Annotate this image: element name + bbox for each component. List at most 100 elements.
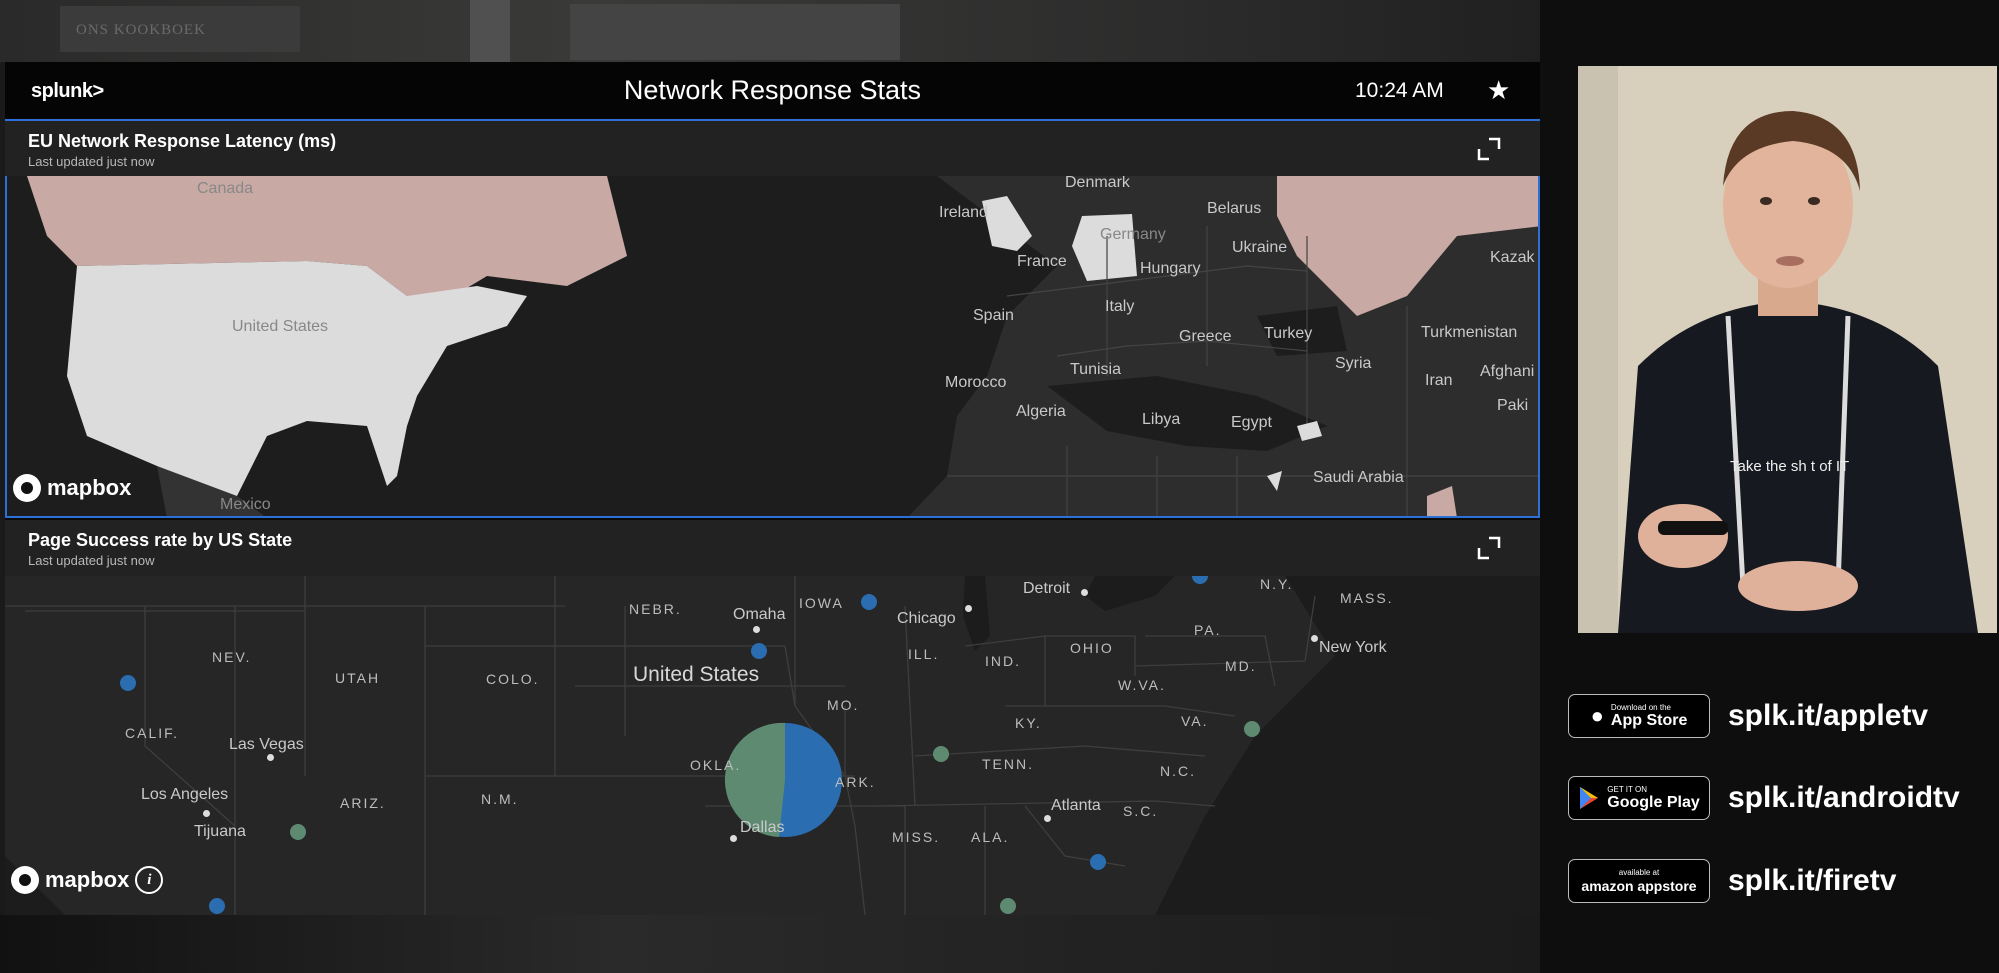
presenter-webcam: Take the sh t of IT — [1578, 66, 1997, 633]
badge-big-text: App Store — [1610, 711, 1688, 729]
expand-icon[interactable] — [1475, 135, 1503, 163]
clock: 10:24 AM — [1355, 79, 1444, 102]
tv-dashboard: splunk> Network Response Stats 10:24 AM … — [5, 62, 1540, 915]
map-label-mass: MASS. — [1340, 590, 1394, 606]
apple-icon: ● — [1590, 703, 1604, 728]
store-row-androidtv[interactable]: GET IT ON Google Play splk.it/androidtv — [1568, 775, 1960, 821]
shirt-text: Take the sh t of IT — [1730, 458, 1850, 475]
map-label-afghanistan: Afghani — [1480, 363, 1535, 380]
presenter-illustration — [1578, 66, 1997, 633]
badge-small-text: Download on the — [1610, 702, 1671, 712]
map-label-tijuana: Tijuana — [194, 823, 246, 840]
favorite-star-icon[interactable]: ★ — [1487, 75, 1510, 106]
mapbox-text: mapbox — [45, 867, 130, 892]
badge-big-text: Google Play — [1607, 793, 1700, 811]
map-label-germany: Germany — [1100, 226, 1166, 243]
map-label-united-states: United States — [232, 318, 329, 335]
store-row-appletv[interactable]: ● Download on the App Store splk.it/apple… — [1568, 693, 1928, 739]
panel-updated: Last updated just now — [28, 553, 155, 568]
amazon-appstore-badge[interactable]: available at amazon appstore — [1568, 859, 1710, 903]
map-label-united-states: United States — [633, 663, 760, 686]
map-label-pa: PA. — [1194, 622, 1222, 638]
eu-latency-map[interactable]: Canada United States Mexico Denmark Irel… — [5, 176, 1540, 518]
map-label-ala: ALA. — [971, 829, 1010, 845]
map-label-dallas: Dallas — [740, 819, 785, 836]
map-label-ohio: OHIO — [1070, 640, 1114, 656]
map-label-omaha: Omaha — [733, 606, 786, 623]
map-label-colo: COLO. — [486, 671, 540, 687]
map-label-ky: KY. — [1015, 715, 1042, 731]
map-label-md: MD. — [1225, 658, 1257, 674]
store-url[interactable]: splk.it/firetv — [1728, 864, 1896, 898]
map-label-nebr: NEBR. — [629, 601, 682, 617]
map-label-nm: N.M. — [481, 791, 519, 807]
city-dot — [965, 605, 972, 612]
badge-small-text: GET IT ON — [1607, 784, 1647, 794]
map-label-ill: ILL. — [908, 646, 940, 662]
map-label-ny: N.Y. — [1260, 576, 1294, 592]
us-success-map[interactable]: NEBR. Omaha IOWA Chicago Detroit N.Y. MA… — [5, 576, 1540, 915]
background-book-spine — [470, 0, 510, 62]
dashboard-title: Network Response Stats — [623, 75, 922, 105]
badge-big-text: amazon appstore — [1581, 877, 1697, 894]
mapbox-text: mapbox — [47, 475, 132, 500]
mapbox-attribution[interactable]: mapbox i — [11, 866, 164, 894]
google-play-icon — [1580, 787, 1599, 809]
map-label-tunisia: Tunisia — [1070, 361, 1121, 378]
map-label-saudi-arabia: Saudi Arabia — [1313, 469, 1404, 486]
app-store-badge[interactable]: ● Download on the App Store — [1568, 694, 1710, 738]
mapbox-logo-icon — [13, 474, 41, 502]
city-dot — [267, 754, 274, 761]
panel-header-eu-latency[interactable]: EU Network Response Latency (ms) Last up… — [5, 119, 1540, 177]
map-label-mo: MO. — [827, 697, 860, 713]
map-label-nc: N.C. — [1160, 763, 1196, 779]
badge-small-text: available at — [1618, 867, 1660, 877]
map-label-italy: Italy — [1105, 298, 1135, 315]
map-label-pakistan: Paki — [1497, 397, 1529, 414]
google-play-badge[interactable]: GET IT ON Google Play — [1568, 776, 1710, 820]
map-label-va: VA. — [1181, 713, 1209, 729]
store-url[interactable]: splk.it/androidtv — [1728, 781, 1960, 815]
map-label-okla: OKLA. — [690, 757, 742, 773]
map-label-ark: ARK. — [835, 774, 876, 790]
map-label-tenn: TENN. — [982, 756, 1034, 772]
map-label-las-vegas: Las Vegas — [229, 736, 304, 753]
map-label-egypt: Egypt — [1231, 414, 1272, 431]
expand-icon[interactable] — [1475, 534, 1503, 562]
city-dot — [203, 810, 210, 817]
map-label-morocco: Morocco — [945, 374, 1007, 391]
map-label-ariz: ARIZ. — [340, 795, 386, 811]
map-label-ireland: Ireland — [939, 204, 988, 221]
store-url[interactable]: splk.it/appletv — [1728, 699, 1928, 733]
world-map-shapes — [7, 176, 1538, 516]
map-label-mexico: Mexico — [220, 496, 271, 513]
map-label-calif: CALIF. — [125, 725, 180, 741]
background-shelf-box — [570, 4, 900, 60]
city-dot — [1044, 815, 1051, 822]
mapbox-attribution[interactable]: mapbox — [13, 474, 131, 502]
info-icon[interactable]: i — [135, 866, 164, 894]
panel-header-success-rate[interactable]: Page Success rate by US State Last updat… — [5, 520, 1540, 576]
map-label-canada: Canada — [197, 180, 254, 197]
background-floor-area — [0, 915, 1540, 973]
map-label-spain: Spain — [973, 307, 1014, 324]
map-label-france: France — [1017, 253, 1067, 270]
map-label-chicago: Chicago — [897, 610, 956, 627]
background-book-text: ONS KOOKBOEK — [76, 22, 206, 38]
map-label-turkmenistan: Turkmenistan — [1421, 324, 1518, 341]
city-dot — [1081, 589, 1088, 596]
map-label-utah: UTAH — [335, 670, 381, 686]
store-row-firetv[interactable]: available at amazon appstore splk.it/fire… — [1568, 858, 1896, 904]
panel-title: Page Success rate by US State — [28, 530, 293, 550]
city-dot — [753, 626, 760, 633]
map-label-new-york: New York — [1319, 639, 1387, 656]
map-label-kazak: Kazak — [1490, 249, 1535, 266]
map-label-iran: Iran — [1425, 372, 1453, 389]
mapbox-logo-icon — [11, 866, 39, 894]
map-label-los-angeles: Los Angeles — [141, 786, 229, 803]
map-label-iowa: IOWA — [799, 595, 844, 611]
city-dot — [730, 835, 737, 842]
city-dot — [1311, 635, 1318, 642]
map-label-libya: Libya — [1142, 411, 1181, 428]
map-label-greece: Greece — [1179, 328, 1232, 345]
